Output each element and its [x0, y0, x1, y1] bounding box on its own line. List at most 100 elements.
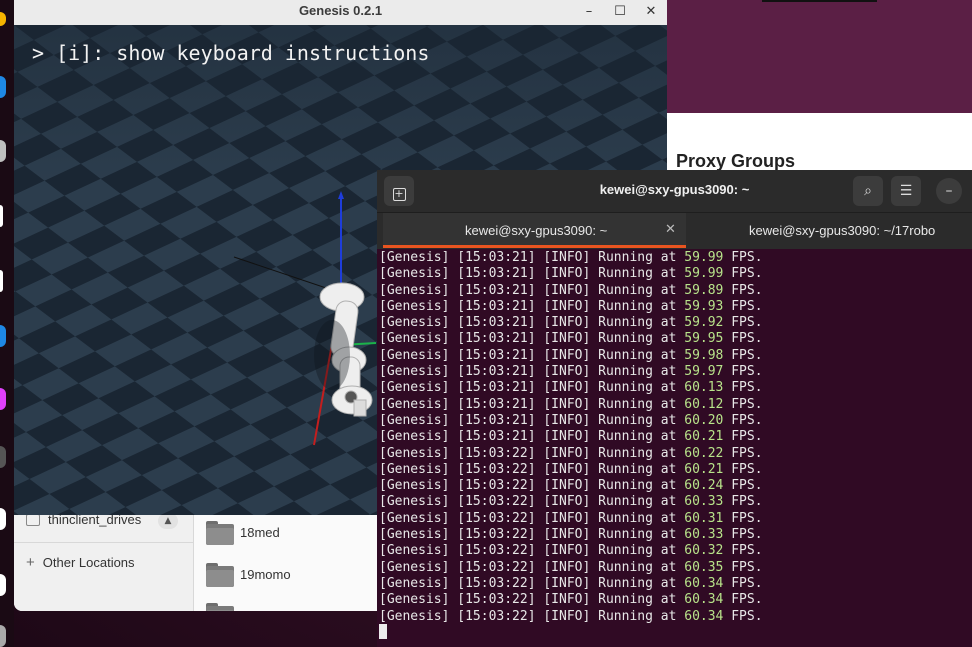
minimize-button[interactable]: –	[936, 178, 962, 204]
dock	[0, 0, 14, 647]
log-suffix: FPS.	[723, 478, 763, 494]
menu-button[interactable]: ☰	[891, 176, 921, 206]
log-line: [Genesis] [15:03:22] [INFO] Running at 6…	[379, 527, 969, 543]
log-line: [Genesis] [15:03:22] [INFO] Running at 6…	[379, 592, 969, 608]
log-prefix: [Genesis] [15:03:21] [INFO] Running at	[379, 282, 685, 298]
log-line: [Genesis] [15:03:21] [INFO] Running at 6…	[379, 380, 969, 396]
log-suffix: FPS.	[723, 429, 763, 445]
log-prefix: [Genesis] [15:03:21] [INFO] Running at	[379, 266, 685, 282]
log-suffix: FPS.	[723, 315, 763, 331]
fps-value: 59.97	[684, 364, 724, 380]
dock-app-icon[interactable]	[0, 574, 6, 596]
dock-app-icon[interactable]	[0, 446, 6, 468]
sidebar-item-other-locations[interactable]: + Other Locations	[26, 554, 135, 571]
dock-app-icon[interactable]	[0, 76, 6, 98]
log-suffix: FPS.	[723, 266, 763, 282]
terminal-window: + kewei@sxy-gpus3090: ~ ⌕ ☰ – kewei@sxy-…	[377, 170, 972, 647]
log-line: [Genesis] [15:03:22] [INFO] Running at 6…	[379, 609, 969, 625]
log-line: [Genesis] [15:03:22] [INFO] Running at 6…	[379, 462, 969, 478]
log-suffix: FPS.	[723, 575, 763, 591]
log-suffix: FPS.	[723, 331, 763, 347]
fps-value: 60.24	[684, 478, 724, 494]
fps-value: 59.98	[684, 347, 724, 363]
dock-app-icon[interactable]	[0, 270, 3, 292]
log-line: [Genesis] [15:03:21] [INFO] Running at 5…	[379, 364, 969, 380]
hamburger-icon: ☰	[899, 183, 913, 199]
log-line: [Genesis] [15:03:22] [INFO] Running at 6…	[379, 446, 969, 462]
dock-app-icon[interactable]	[0, 625, 6, 647]
dock-app-icon[interactable]	[0, 12, 6, 26]
log-suffix: FPS.	[723, 347, 763, 363]
fps-value: 59.89	[684, 282, 724, 298]
fps-value: 60.21	[684, 461, 724, 477]
fps-value: 60.33	[684, 527, 724, 543]
log-prefix: [Genesis] [15:03:22] [INFO] Running at	[379, 494, 685, 510]
log-prefix: [Genesis] [15:03:21] [INFO] Running at	[379, 412, 685, 428]
keyboard-hint: > [i]: show keyboard instructions	[32, 41, 430, 65]
tab-home[interactable]: kewei@sxy-gpus3090: ~ ✕	[383, 213, 686, 248]
log-prefix: [Genesis] [15:03:21] [INFO] Running at	[379, 364, 685, 380]
log-prefix: [Genesis] [15:03:21] [INFO] Running at	[379, 331, 685, 347]
log-prefix: [Genesis] [15:03:22] [INFO] Running at	[379, 575, 685, 591]
log-suffix: FPS.	[723, 250, 763, 265]
search-button[interactable]: ⌕	[853, 176, 883, 206]
log-prefix: [Genesis] [15:03:22] [INFO] Running at	[379, 592, 685, 608]
log-prefix: [Genesis] [15:03:21] [INFO] Running at	[379, 396, 685, 412]
fps-value: 60.33	[684, 494, 724, 510]
log-prefix: [Genesis] [15:03:22] [INFO] Running at	[379, 445, 685, 461]
log-suffix: FPS.	[723, 592, 763, 608]
log-suffix: FPS.	[723, 543, 763, 559]
log-suffix: FPS.	[723, 412, 763, 428]
fps-value: 59.92	[684, 315, 724, 331]
dock-app-icon[interactable]	[0, 325, 6, 347]
folder-name[interactable]: 18med	[240, 525, 280, 540]
log-suffix: FPS.	[723, 527, 763, 543]
log-line: [Genesis] [15:03:21] [INFO] Running at 5…	[379, 348, 969, 364]
fps-value: 59.99	[684, 266, 724, 282]
dock-app-icon[interactable]	[0, 388, 6, 410]
fps-value: 59.99	[684, 250, 724, 265]
maximize-button[interactable]: ☐	[610, 2, 630, 22]
fps-value: 60.34	[684, 575, 724, 591]
log-prefix: [Genesis] [15:03:21] [INFO] Running at	[379, 380, 685, 396]
log-prefix: [Genesis] [15:03:21] [INFO] Running at	[379, 315, 685, 331]
fps-value: 60.20	[684, 412, 724, 428]
minimize-button[interactable]: –	[579, 2, 599, 22]
fps-value: 60.22	[684, 445, 724, 461]
log-suffix: FPS.	[723, 364, 763, 380]
folder-icon[interactable]	[206, 603, 234, 611]
fps-value: 60.13	[684, 380, 724, 396]
folder-name[interactable]: 19momo	[240, 567, 291, 582]
log-line: [Genesis] [15:03:21] [INFO] Running at 5…	[379, 266, 969, 282]
browser-topbar	[762, 0, 877, 2]
log-prefix: [Genesis] [15:03:22] [INFO] Running at	[379, 608, 685, 624]
log-line: [Genesis] [15:03:22] [INFO] Running at 6…	[379, 576, 969, 592]
dock-app-icon[interactable]	[0, 205, 3, 227]
close-icon[interactable]: ✕	[665, 222, 676, 237]
log-line: [Genesis] [15:03:22] [INFO] Running at 6…	[379, 560, 969, 576]
file-sidebar: thinclient_drives ▲ + Other Locations	[14, 510, 194, 611]
close-button[interactable]: ✕	[641, 2, 661, 22]
fps-value: 59.93	[684, 298, 724, 314]
fps-value: 60.21	[684, 429, 724, 445]
log-prefix: [Genesis] [15:03:22] [INFO] Running at	[379, 478, 685, 494]
folder-icon[interactable]	[206, 521, 234, 545]
genesis-titlebar[interactable]: Genesis 0.2.1 – ☐ ✕	[14, 0, 667, 25]
folder-icon[interactable]	[206, 563, 234, 587]
log-line: [Genesis] [15:03:21] [INFO] Running at 6…	[379, 413, 969, 429]
log-suffix: FPS.	[723, 510, 763, 526]
dock-app-icon[interactable]	[0, 140, 6, 162]
eject-icon[interactable]: ▲	[158, 513, 178, 529]
log-line: [Genesis] [15:03:21] [INFO] Running at 5…	[379, 315, 969, 331]
terminal-headerbar[interactable]: + kewei@sxy-gpus3090: ~ ⌕ ☰ –	[377, 170, 972, 212]
window-title: Genesis 0.2.1	[298, 3, 383, 18]
dock-app-icon[interactable]	[0, 508, 6, 530]
log-line: [Genesis] [15:03:22] [INFO] Running at 6…	[379, 478, 969, 494]
log-line: [Genesis] [15:03:21] [INFO] Running at 5…	[379, 283, 969, 299]
fps-value: 59.95	[684, 331, 724, 347]
tab-17robo[interactable]: kewei@sxy-gpus3090: ~/17robo	[749, 223, 935, 238]
fps-value: 60.34	[684, 608, 724, 624]
log-line: [Genesis] [15:03:21] [INFO] Running at 5…	[379, 299, 969, 315]
terminal-output[interactable]: [Genesis] [15:03:21] [INFO] Running at 5…	[379, 250, 969, 625]
log-prefix: [Genesis] [15:03:21] [INFO] Running at	[379, 298, 685, 314]
